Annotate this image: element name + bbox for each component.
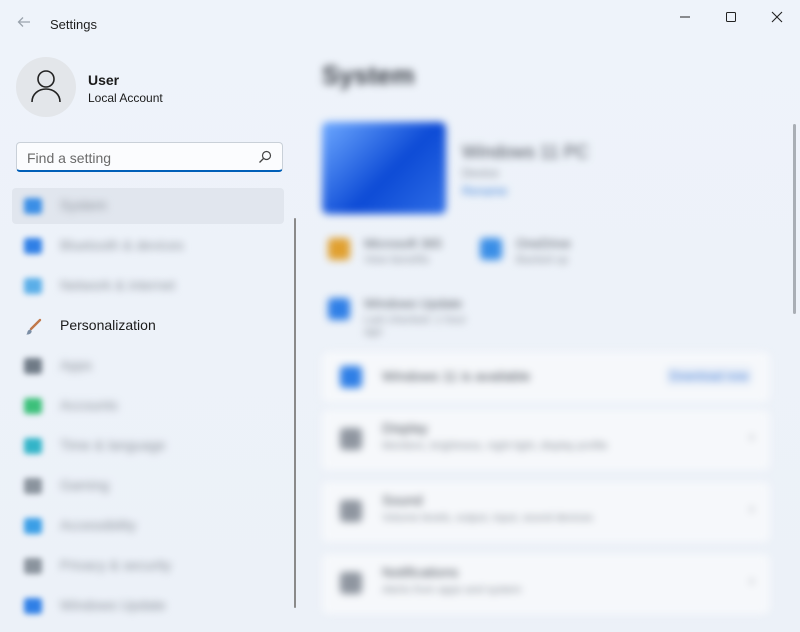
title-bar: Settings: [0, 0, 800, 48]
apps-icon: [24, 358, 42, 374]
maximize-icon: [726, 12, 736, 22]
settings-window: Settings User Local Account System: [0, 0, 800, 632]
sidebar-item-accessibility[interactable]: Accessibility: [12, 508, 284, 544]
tile-title: Microsoft 365: [364, 236, 443, 251]
sidebar-item-label: Accounts: [60, 397, 118, 413]
card-sub: Monitors, brightness, night light, displ…: [382, 440, 608, 452]
tile-title: OneDrive: [516, 236, 571, 251]
display-icon: [340, 428, 362, 450]
avatar[interactable]: [16, 57, 76, 117]
tile-windows-update[interactable]: Windows Update Last checked: 1 hour ago: [324, 292, 474, 338]
minimize-button[interactable]: [662, 4, 708, 30]
search-box[interactable]: [16, 142, 283, 172]
office-icon: [328, 238, 350, 260]
sidebar-item-apps[interactable]: Apps: [12, 348, 284, 384]
card-title: Notifications: [382, 564, 459, 580]
window-title: Settings: [50, 17, 97, 32]
network-icon: [24, 278, 42, 294]
bell-icon: [340, 572, 362, 594]
chevron-right-icon: ›: [749, 428, 754, 444]
main-content: System Windows 11 PC Device Rename Micro…: [300, 48, 800, 632]
card-title: Display: [382, 420, 428, 436]
sidebar-item-windows-update[interactable]: Windows Update: [12, 588, 284, 624]
sidebar-item-label: Privacy & security: [60, 557, 172, 573]
paintbrush-icon: [24, 318, 42, 335]
sidebar-item-bluetooth[interactable]: Bluetooth & devices: [12, 228, 284, 264]
sidebar-item-label: Apps: [60, 357, 92, 373]
speaker-icon: [340, 500, 362, 522]
onedrive-icon: [480, 238, 502, 260]
shield-icon: [24, 558, 42, 574]
card-sub: Alerts from apps and system: [382, 584, 522, 596]
sidebar-item-label: Gaming: [60, 477, 110, 493]
sidebar-item-label: Windows Update: [60, 597, 166, 613]
sidebar-scrollbar[interactable]: [294, 218, 296, 608]
sidebar-item-time-language[interactable]: Time & language: [12, 428, 284, 464]
device-label: Device: [462, 166, 499, 180]
sidebar-item-system[interactable]: System: [12, 188, 284, 224]
settings-card-notifications[interactable]: Notifications Alerts from apps and syste…: [322, 554, 770, 614]
back-arrow-icon[interactable]: [14, 14, 34, 34]
card-title: Sound: [382, 492, 423, 508]
tile-title: Windows Update: [364, 296, 463, 311]
update-banner: Windows 11 is available Download now: [322, 352, 770, 402]
device-image: [322, 122, 446, 214]
sidebar-item-gaming[interactable]: Gaming: [12, 468, 284, 504]
sidebar-item-label: Time & language: [60, 437, 166, 453]
bluetooth-icon: [24, 238, 42, 254]
account-type: Local Account: [88, 91, 163, 105]
page-title: System: [322, 60, 415, 90]
tile-microsoft-365[interactable]: Microsoft 365 View benefits: [324, 232, 474, 272]
tile-sub: Last checked: 1 hour ago: [364, 314, 467, 338]
chevron-right-icon: ›: [749, 500, 754, 516]
accessibility-icon: [24, 518, 42, 534]
sidebar-item-label: Bluetooth & devices: [60, 237, 184, 253]
globe-icon: [24, 438, 42, 454]
sidebar-item-personalization[interactable]: Personalization: [12, 308, 284, 344]
accounts-icon: [24, 398, 42, 414]
maximize-button[interactable]: [708, 4, 754, 30]
main-scrollbar[interactable]: [793, 124, 796, 314]
gaming-icon: [24, 478, 42, 494]
rename-link[interactable]: Rename: [462, 184, 507, 198]
update-icon: [24, 598, 42, 614]
person-icon: [31, 70, 61, 103]
sidebar-item-privacy[interactable]: Privacy & security: [12, 548, 284, 584]
update-icon: [340, 366, 362, 388]
system-icon: [24, 198, 42, 214]
download-now-button[interactable]: Download now: [666, 366, 752, 386]
chevron-right-icon: ›: [749, 572, 754, 588]
update-icon: [328, 298, 350, 320]
tile-sub: View benefits: [364, 254, 430, 266]
sidebar-item-network[interactable]: Network & internet: [12, 268, 284, 304]
user-name: User: [88, 72, 120, 88]
card-sub: Volume levels, output, input, sound devi…: [382, 512, 593, 524]
banner-title: Windows 11 is available: [382, 368, 531, 384]
settings-card-sound[interactable]: Sound Volume levels, output, input, soun…: [322, 482, 770, 542]
sidebar-item-label: Network & internet: [60, 277, 176, 293]
sidebar-item-label: System: [60, 197, 107, 213]
sidebar-item-accounts[interactable]: Accounts: [12, 388, 284, 424]
settings-card-display[interactable]: Display Monitors, brightness, night ligh…: [322, 410, 770, 470]
close-icon: [771, 11, 783, 23]
search-icon[interactable]: [258, 150, 272, 164]
sidebar-item-label: Accessibility: [60, 517, 137, 533]
search-input[interactable]: [25, 147, 249, 169]
sidebar-item-label: Personalization: [60, 317, 156, 333]
close-button[interactable]: [754, 4, 800, 30]
minimize-icon: [680, 16, 690, 18]
tile-onedrive[interactable]: OneDrive Backed up: [476, 232, 626, 272]
device-name: Windows 11 PC: [462, 142, 589, 162]
tile-sub: Backed up: [516, 254, 568, 266]
